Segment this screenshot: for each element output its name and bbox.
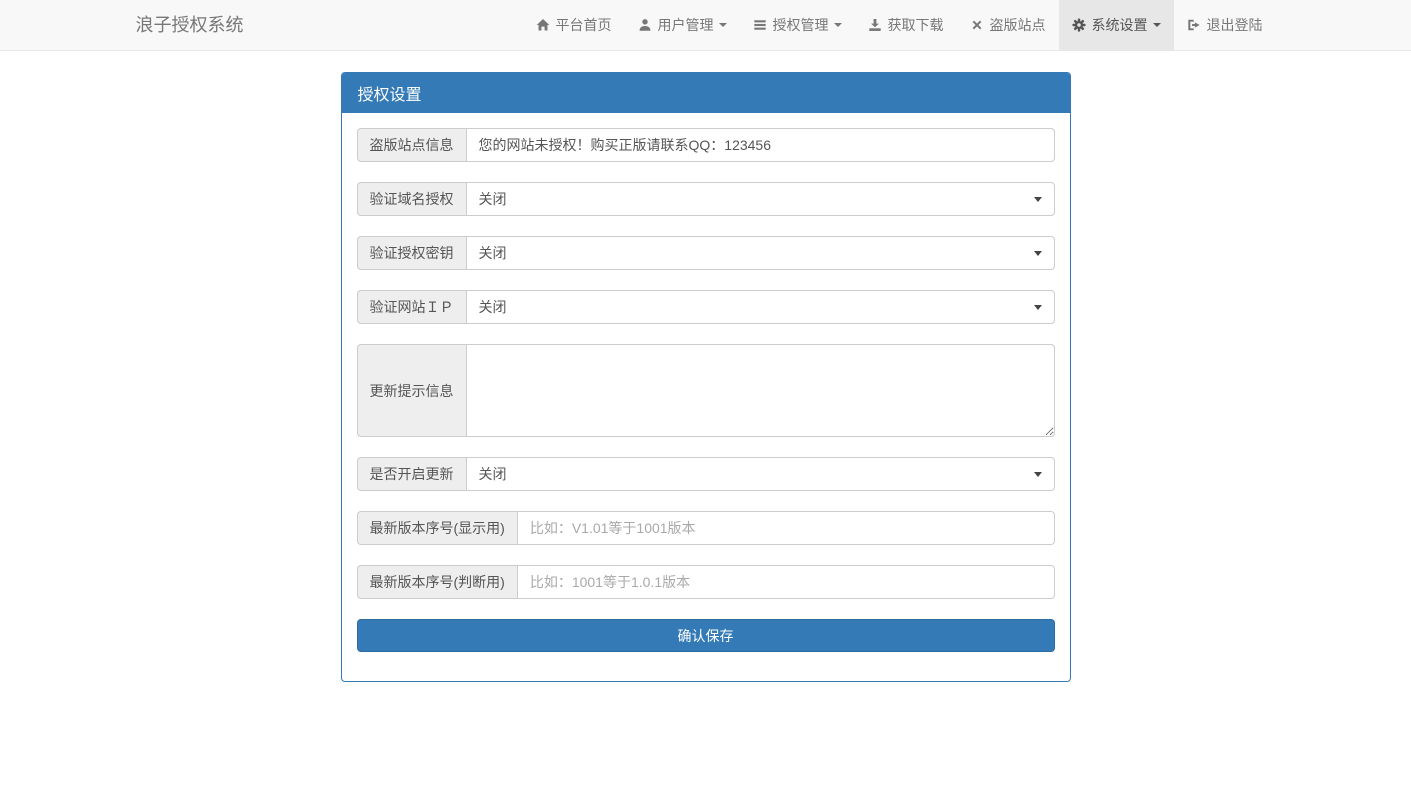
version-display-input[interactable] bbox=[517, 511, 1055, 545]
verify-ip-select[interactable]: 关闭 bbox=[466, 290, 1055, 324]
field-label: 盗版站点信息 bbox=[357, 128, 466, 162]
save-button[interactable]: 确认保存 bbox=[357, 619, 1055, 652]
save-row: 确认保存 bbox=[357, 619, 1055, 652]
nav-item-settings[interactable]: 系统设置 bbox=[1059, 0, 1174, 50]
user-icon bbox=[638, 18, 652, 32]
panel-title: 授权设置 bbox=[342, 73, 1070, 113]
field-verify-key: 验证授权密钥 关闭 bbox=[357, 236, 1055, 270]
field-version-compare: 最新版本序号(判断用) bbox=[357, 565, 1055, 599]
top-navbar: 浪子授权系统 平台首页 用户管理 授权管理 bbox=[0, 0, 1411, 51]
nav-item-pirate-sites[interactable]: 盗版站点 bbox=[957, 0, 1059, 50]
field-label: 验证域名授权 bbox=[357, 182, 466, 216]
nav-item-label: 系统设置 bbox=[1092, 15, 1148, 35]
nav-item-home[interactable]: 平台首页 bbox=[523, 0, 625, 50]
field-pirate-site-message: 盗版站点信息 bbox=[357, 128, 1055, 162]
download-icon bbox=[868, 18, 882, 32]
enable-update-select[interactable]: 关闭 bbox=[466, 457, 1055, 491]
nav-item-label: 盗版站点 bbox=[990, 15, 1046, 35]
nav-item-licenses[interactable]: 授权管理 bbox=[740, 0, 855, 50]
nav-item-logout[interactable]: 退出登陆 bbox=[1174, 0, 1276, 50]
field-label: 最新版本序号(显示用) bbox=[357, 511, 517, 545]
nav-item-label: 授权管理 bbox=[773, 15, 829, 35]
nav-item-label: 平台首页 bbox=[556, 15, 612, 35]
brand-title[interactable]: 浪子授权系统 bbox=[136, 0, 244, 50]
nav-item-download[interactable]: 获取下载 bbox=[855, 0, 957, 50]
sign-out-icon bbox=[1187, 18, 1201, 32]
verify-domain-select[interactable]: 关闭 bbox=[466, 182, 1055, 216]
nav-item-label: 用户管理 bbox=[658, 15, 714, 35]
nav-item-users[interactable]: 用户管理 bbox=[625, 0, 740, 50]
gear-icon bbox=[1072, 18, 1086, 32]
field-label: 验证网站ＩＰ bbox=[357, 290, 466, 324]
field-verify-domain: 验证域名授权 关闭 bbox=[357, 182, 1055, 216]
home-icon bbox=[536, 18, 550, 32]
field-version-display: 最新版本序号(显示用) bbox=[357, 511, 1055, 545]
nav-item-label: 获取下载 bbox=[888, 15, 944, 35]
times-icon bbox=[970, 18, 984, 32]
chevron-down-icon bbox=[1153, 23, 1161, 27]
list-icon bbox=[753, 18, 767, 32]
field-label: 是否开启更新 bbox=[357, 457, 466, 491]
chevron-down-icon bbox=[719, 23, 727, 27]
field-label: 最新版本序号(判断用) bbox=[357, 565, 517, 599]
field-label: 更新提示信息 bbox=[357, 344, 466, 437]
update-message-textarea[interactable] bbox=[466, 344, 1055, 437]
field-enable-update: 是否开启更新 关闭 bbox=[357, 457, 1055, 491]
field-verify-ip: 验证网站ＩＰ 关闭 bbox=[357, 290, 1055, 324]
verify-key-select[interactable]: 关闭 bbox=[466, 236, 1055, 270]
main-nav: 平台首页 用户管理 授权管理 获取下载 bbox=[523, 0, 1276, 50]
nav-item-label: 退出登陆 bbox=[1207, 15, 1263, 35]
pirate-site-message-input[interactable] bbox=[466, 128, 1055, 162]
chevron-down-icon bbox=[834, 23, 842, 27]
version-compare-input[interactable] bbox=[517, 565, 1055, 599]
field-update-message: 更新提示信息 bbox=[357, 344, 1055, 437]
license-settings-panel: 授权设置 盗版站点信息 验证域名授权 关闭 验证授权密钥 关闭 bbox=[341, 72, 1071, 682]
field-label: 验证授权密钥 bbox=[357, 236, 466, 270]
